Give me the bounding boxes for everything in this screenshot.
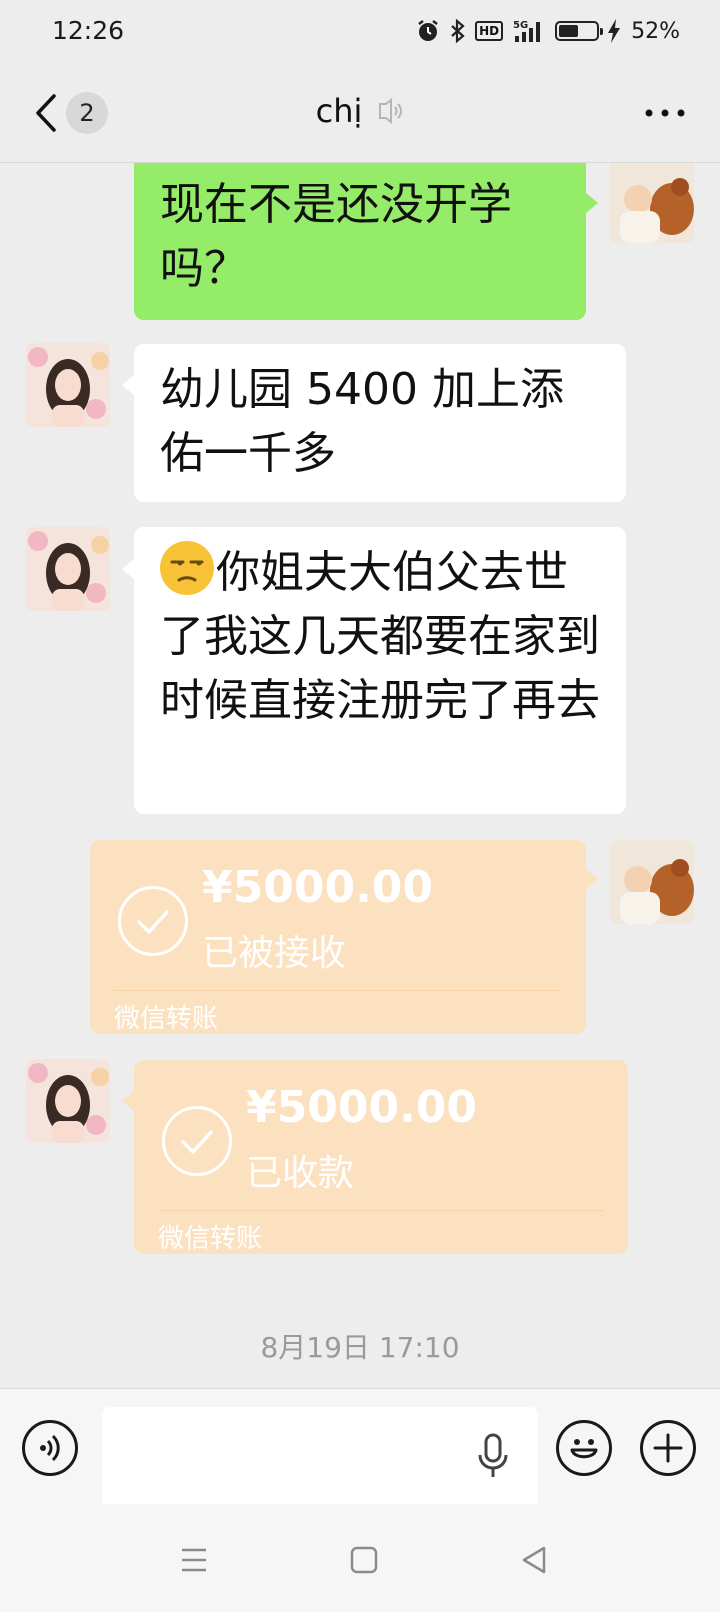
bubble-tail <box>122 559 134 579</box>
transfer-amount: ¥5000.00 <box>202 862 434 913</box>
alarm-icon <box>415 18 441 44</box>
bluetooth-icon <box>449 18 467 44</box>
svg-text:5G: 5G <box>513 20 528 31</box>
battery-percent: 52% <box>631 18 680 44</box>
divider <box>158 1210 604 1211</box>
battery-icon <box>555 21 604 41</box>
input-bar <box>0 1388 720 1509</box>
contact-avatar[interactable] <box>26 1059 110 1143</box>
chat-header: 2 chị <box>0 66 720 163</box>
bubble-tail <box>122 375 134 395</box>
message-bubble-outgoing[interactable]: 现在不是还没开学吗？ <box>134 163 586 320</box>
contact-avatar[interactable] <box>26 527 110 611</box>
my-avatar[interactable] <box>610 163 694 243</box>
message-bubble-incoming[interactable]: 你姐夫大伯父去世了我这几天都要在家到时候直接注册完了再去 <box>134 527 626 814</box>
battery-tip <box>600 28 604 35</box>
signal-5g-icon: 5G <box>511 18 547 44</box>
transfer-footer: 微信转账 <box>114 1004 219 1034</box>
status-time: 12:26 <box>52 16 125 45</box>
contact-name: chị <box>315 92 363 130</box>
check-circle-icon <box>118 886 188 956</box>
contact-avatar[interactable] <box>26 343 110 427</box>
voice-mode-icon <box>379 97 403 125</box>
chat-area[interactable]: 现在不是还没开学吗？ 幼儿园 5400 加上添佑一千多 你姐夫大伯父去世了我这几… <box>0 163 720 1387</box>
emoji-button[interactable] <box>556 1420 612 1476</box>
chat-title-area: chị <box>0 92 720 130</box>
message-text: 现在不是还没开学吗？ <box>160 179 512 294</box>
divider <box>114 990 562 991</box>
battery-fill <box>559 25 579 37</box>
transfer-status: 已收款 <box>246 1153 355 1194</box>
bubble-tail <box>122 1091 134 1111</box>
system-navigation-bar <box>0 1504 720 1612</box>
unamused-face-icon <box>160 541 214 595</box>
back-triangle-icon[interactable] <box>514 1540 554 1580</box>
transfer-status: 已被接收 <box>202 933 347 974</box>
status-icons: HD 5G 52% <box>415 14 680 48</box>
transfer-amount: ¥5000.00 <box>246 1082 478 1133</box>
transfer-card-incoming[interactable]: ¥5000.00 已收款 微信转账 <box>134 1060 628 1254</box>
bubble-tail <box>586 869 598 889</box>
add-more-button[interactable] <box>640 1420 696 1476</box>
status-bar: 12:26 HD 5G 52% <box>0 0 720 66</box>
message-input[interactable] <box>102 1407 538 1509</box>
message-bubble-incoming[interactable]: 幼儿园 5400 加上添佑一千多 <box>134 344 626 502</box>
home-square-icon[interactable] <box>344 1540 384 1580</box>
bubble-tail <box>586 193 598 213</box>
transfer-footer: 微信转账 <box>158 1224 263 1254</box>
transfer-card-outgoing[interactable]: ¥5000.00 已被接收 微信转账 <box>90 840 586 1034</box>
message-text: 你姐夫大伯父去世了我这几天都要在家到时候直接注册完了再去 <box>160 547 600 726</box>
hd-badge: HD <box>475 21 504 41</box>
menu-icon[interactable] <box>174 1540 214 1580</box>
charging-icon <box>607 19 621 43</box>
message-text: 幼儿园 5400 加上添佑一千多 <box>160 364 564 479</box>
my-avatar[interactable] <box>610 840 694 924</box>
voice-input-button[interactable] <box>22 1420 78 1476</box>
message-timestamp: 8月19日 17:10 <box>260 1331 460 1364</box>
more-options-icon[interactable] <box>640 96 690 130</box>
check-circle-icon <box>162 1106 232 1176</box>
microphone-icon[interactable] <box>476 1431 510 1481</box>
